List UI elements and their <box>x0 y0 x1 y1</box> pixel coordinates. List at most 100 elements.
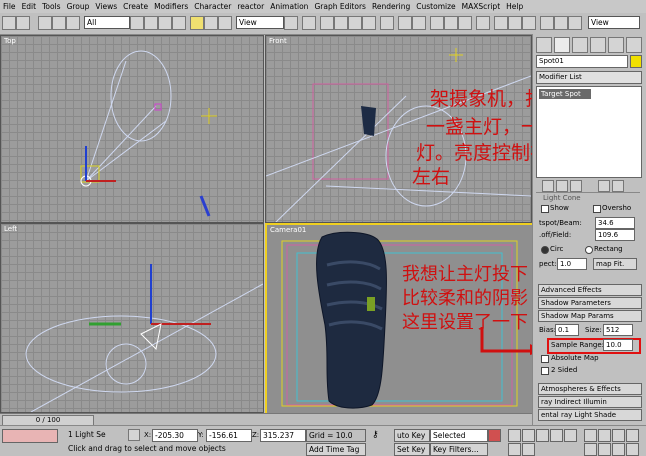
orbit-icon[interactable] <box>598 443 611 456</box>
menu-views[interactable]: Views <box>92 2 120 11</box>
next-frame-icon[interactable] <box>550 429 563 442</box>
menu-rendering[interactable]: Rendering <box>369 2 413 11</box>
menu-group[interactable]: Group <box>64 2 93 11</box>
key-filters-button[interactable]: Key Filters... <box>430 443 488 456</box>
reference-coordinate-dropdown[interactable]: View <box>236 16 284 29</box>
menu-create[interactable]: Create <box>120 2 151 11</box>
material-editor-icon[interactable] <box>476 16 490 30</box>
viewport-top[interactable]: Top <box>0 35 264 223</box>
y-coordinate-field[interactable]: -156.61 <box>206 429 252 442</box>
menu-help[interactable]: Help <box>503 2 526 11</box>
key-mode-toggle-icon[interactable] <box>508 443 521 456</box>
bias-field[interactable]: 0.1 <box>555 324 579 336</box>
shadow-map-params-rollout[interactable]: Shadow Map Params <box>538 310 642 322</box>
aspect-field[interactable]: 1.0 <box>557 258 587 270</box>
zoom-icon[interactable] <box>584 429 597 442</box>
pan-icon[interactable] <box>584 443 597 456</box>
display-tab-icon[interactable] <box>608 37 624 53</box>
add-time-tag-button[interactable]: Add Time Tag <box>306 443 366 456</box>
field-of-view-icon[interactable] <box>612 443 625 456</box>
render-last-icon[interactable] <box>568 16 582 30</box>
rectangle-radio[interactable] <box>585 246 593 254</box>
modifier-stack-item[interactable]: Target Spot <box>539 89 591 99</box>
menu-maxscript[interactable]: MAXScript <box>459 2 504 11</box>
active-shade-icon[interactable] <box>554 16 568 30</box>
spinner-snap-icon[interactable] <box>362 16 376 30</box>
render-scene-icon[interactable] <box>494 16 508 30</box>
redo-icon[interactable] <box>16 16 30 30</box>
modify-tab-icon[interactable] <box>554 37 570 53</box>
remove-modifier-icon[interactable] <box>598 180 610 192</box>
select-scale-icon[interactable] <box>218 16 232 30</box>
align-icon[interactable] <box>412 16 426 30</box>
menu-reactor[interactable]: reactor <box>234 2 267 11</box>
maxscript-listener-mini[interactable] <box>2 429 58 443</box>
light-cone-rollout-title[interactable]: Light Cone <box>543 194 581 202</box>
unlink-icon[interactable] <box>52 16 66 30</box>
z-coordinate-field[interactable]: 315.237 <box>260 429 306 442</box>
shadow-parameters-rollout[interactable]: Shadow Parameters <box>538 297 642 309</box>
go-to-end-icon[interactable] <box>564 429 577 442</box>
render-type-icon[interactable] <box>522 16 536 30</box>
curve-editor-icon[interactable] <box>444 16 458 30</box>
absolute-map-checkbox[interactable] <box>541 355 549 363</box>
modifier-list-dropdown[interactable]: Modifier List <box>536 71 642 84</box>
select-rotate-icon[interactable] <box>204 16 218 30</box>
overshoot-checkbox[interactable] <box>593 205 601 213</box>
maximize-viewport-icon[interactable] <box>626 443 639 456</box>
quick-render-icon[interactable] <box>508 16 522 30</box>
show-end-result-icon[interactable] <box>556 180 568 192</box>
set-key-button[interactable]: Set Key <box>394 443 430 456</box>
pin-stack-icon[interactable] <box>542 180 554 192</box>
rect-selection-icon[interactable] <box>158 16 172 30</box>
hierarchy-tab-icon[interactable] <box>572 37 588 53</box>
object-color-swatch[interactable] <box>630 55 642 68</box>
select-manipulate-icon[interactable] <box>302 16 316 30</box>
menu-tools[interactable]: Tools <box>39 2 63 11</box>
bitmap-fit-button[interactable]: map Fit. <box>593 258 637 270</box>
menu-file[interactable]: File <box>0 2 19 11</box>
x-coordinate-field[interactable]: -205.30 <box>152 429 198 442</box>
menu-character[interactable]: Character <box>191 2 234 11</box>
hotspot-field[interactable]: 34.6 <box>595 217 635 229</box>
bind-space-warp-icon[interactable] <box>66 16 80 30</box>
atmospheres-effects-rollout[interactable]: Atmospheres & Effects <box>538 383 642 395</box>
menu-modifiers[interactable]: Modifiers <box>151 2 191 11</box>
schematic-view-icon[interactable] <box>458 16 472 30</box>
size-field[interactable]: 512 <box>603 324 633 336</box>
select-object-icon[interactable] <box>130 16 144 30</box>
angle-snap-icon[interactable] <box>334 16 348 30</box>
object-name-field[interactable]: Spot01 <box>536 55 628 68</box>
zoom-extents-all-icon[interactable] <box>626 429 639 442</box>
advanced-effects-rollout[interactable]: Advanced Effects <box>538 284 642 296</box>
configure-sets-icon[interactable] <box>612 180 624 192</box>
layer-manager-icon[interactable] <box>430 16 444 30</box>
make-unique-icon[interactable] <box>570 180 582 192</box>
play-icon[interactable] <box>536 429 549 442</box>
select-by-name-icon[interactable] <box>144 16 158 30</box>
keyframe-mode-icon[interactable] <box>488 429 501 442</box>
named-selection-icon[interactable] <box>380 16 394 30</box>
zoom-extents-icon[interactable] <box>612 429 625 442</box>
create-tab-icon[interactable] <box>536 37 552 53</box>
circle-radio[interactable] <box>541 246 549 254</box>
snap-toggle-icon[interactable] <box>320 16 334 30</box>
viewport-left[interactable]: Left <box>0 223 264 413</box>
mental-ray-shader-rollout[interactable]: ental ray Light Shade <box>538 409 642 421</box>
sample-range-field[interactable]: 10.0 <box>603 339 633 351</box>
menu-edit[interactable]: Edit <box>19 2 40 11</box>
render-output-dropdown[interactable]: View <box>588 16 640 29</box>
previous-frame-icon[interactable] <box>522 429 535 442</box>
motion-tab-icon[interactable] <box>590 37 606 53</box>
falloff-field[interactable]: 109.6 <box>595 229 635 241</box>
go-to-start-icon[interactable] <box>508 429 521 442</box>
lock-selection-icon[interactable] <box>128 429 140 441</box>
utilities-tab-icon[interactable] <box>626 37 642 53</box>
menu-customize[interactable]: Customize <box>413 2 458 11</box>
menu-animation[interactable]: Animation <box>267 2 311 11</box>
percent-snap-icon[interactable] <box>348 16 362 30</box>
teapot-render-icon[interactable] <box>540 16 554 30</box>
mental-ray-indirect-rollout[interactable]: ray Indirect Illumin <box>538 396 642 408</box>
select-move-icon[interactable] <box>190 16 204 30</box>
window-crossing-icon[interactable] <box>172 16 186 30</box>
